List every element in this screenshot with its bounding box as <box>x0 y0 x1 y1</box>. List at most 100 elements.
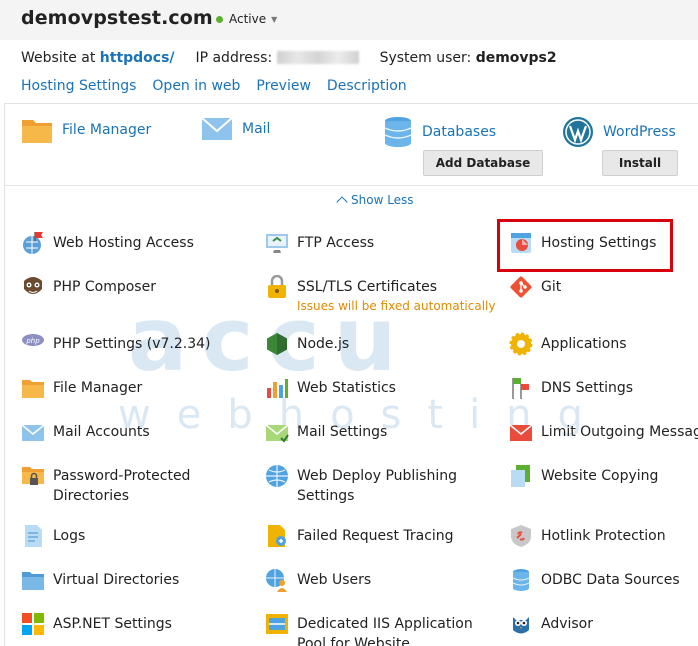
tool-password-protected-directories[interactable]: Password-Protected Directories <box>21 466 190 506</box>
tool-dedicated-iis-pool[interactable]: Dedicated IIS Application Pool for Websi… <box>265 614 473 646</box>
chevron-down-icon: ▼ <box>271 14 278 24</box>
tool-label: PHP Composer <box>53 279 156 295</box>
tool-hosting-settings[interactable]: Hosting Settings <box>509 233 656 255</box>
link-description[interactable]: Description <box>327 78 407 94</box>
tool-dns-settings[interactable]: DNS Settings <box>509 378 633 400</box>
tool-label: Web Statistics <box>297 380 396 396</box>
tool-label-line1: Web Deploy Publishing <box>297 468 457 484</box>
tool-website-copying[interactable]: Website Copying <box>509 465 658 488</box>
quick-file-manager-label: File Manager <box>62 122 152 138</box>
subscription-links: Hosting Settings Open in web Preview Descri… <box>21 78 423 94</box>
ssl-warning-note: Issues will be fixed automatically <box>297 299 496 313</box>
tool-label: FTP Access <box>297 235 375 251</box>
tool-web-users[interactable]: Web Users <box>265 569 372 592</box>
website-path-link[interactable]: httpdocs/ <box>100 50 175 66</box>
tool-git[interactable]: Git <box>509 276 562 299</box>
ftp-monitor-icon <box>266 234 288 253</box>
tool-label: Web Hosting Access <box>53 235 194 251</box>
show-less-toggle[interactable]: Show Less <box>336 193 414 208</box>
status-dot-icon <box>216 15 223 23</box>
tool-ssl-tls-certificates[interactable]: SSL/TLS Certificates Issues will be fixe… <box>265 275 495 315</box>
tool-advisor[interactable]: Advisor <box>509 614 593 636</box>
tool-label: Password-Protected Directories <box>53 466 190 506</box>
gear-icon <box>509 332 533 356</box>
subscription-info: Website at httpdocs/ IP address: System … <box>21 50 557 66</box>
tool-label: Mail Accounts <box>53 424 150 440</box>
tool-web-hosting-access[interactable]: Web Hosting Access <box>21 232 194 255</box>
bar-chart-icon <box>267 379 288 398</box>
tool-label: Virtual Directories <box>53 572 180 588</box>
tool-php-composer[interactable]: PHP Composer <box>21 277 156 299</box>
tool-file-manager[interactable]: File Manager <box>21 378 142 400</box>
tool-label-line2: Directories <box>53 488 130 504</box>
tool-aspnet-settings[interactable]: ASP.NET Settings <box>21 613 172 636</box>
locked-folder-icon <box>22 467 44 485</box>
tool-web-statistics[interactable]: Web Statistics <box>265 378 396 400</box>
tool-limit-outgoing-messages[interactable]: Limit Outgoing Message <box>509 422 698 444</box>
folder-icon <box>22 120 52 143</box>
tool-php-settings[interactable]: php PHP Settings (v7.2.34) <box>21 334 210 356</box>
tool-applications[interactable]: Applications <box>509 332 627 356</box>
quick-databases[interactable]: Databases <box>383 116 496 148</box>
show-less-label: Show Less <box>351 193 414 207</box>
git-icon <box>510 276 532 298</box>
tool-label: Web Users <box>297 572 372 588</box>
nodejs-hexagon-icon <box>267 333 287 355</box>
wordpress-icon <box>563 117 593 147</box>
link-open-in-web[interactable]: Open in web <box>152 78 240 94</box>
quick-wordpress[interactable]: WordPress <box>562 116 676 148</box>
svg-text:php: php <box>25 337 40 345</box>
hosting-settings-icon <box>511 233 531 253</box>
quick-databases-label: Databases <box>422 124 497 140</box>
tool-odbc-data-sources[interactable]: ODBC Data Sources <box>509 569 680 592</box>
link-preview[interactable]: Preview <box>256 78 311 94</box>
tool-label: SSL/TLS Certificates Issues will be fixe… <box>297 277 495 315</box>
tool-logs[interactable]: Logs <box>21 525 86 548</box>
tool-web-deploy-publishing[interactable]: Web Deploy Publishing Settings <box>265 465 457 506</box>
domain-title: demovpstest.com <box>21 7 213 29</box>
tool-label: Dedicated IIS Application Pool for Websi… <box>297 614 473 646</box>
mail-settings-icon <box>265 424 289 443</box>
tool-label-line1: Password-Protected <box>53 468 191 484</box>
red-envelope-icon <box>509 424 533 441</box>
log-file-icon <box>25 525 42 547</box>
database-icon <box>384 117 412 147</box>
website-label: Website at <box>21 50 96 66</box>
tool-label: Git <box>541 279 562 295</box>
windows-logo-icon <box>22 613 44 635</box>
tool-label: Applications <box>541 336 627 352</box>
tool-ftp-access[interactable]: FTP Access <box>265 233 374 255</box>
globe-flag-icon <box>23 232 43 254</box>
tool-failed-request-tracing[interactable]: Failed Request Tracing <box>265 525 454 548</box>
tool-mail-accounts[interactable]: Mail Accounts <box>21 422 150 444</box>
add-database-button[interactable]: Add Database <box>423 150 543 176</box>
tool-label: Logs <box>53 528 86 544</box>
dns-flags-icon <box>512 378 529 399</box>
composer-icon <box>24 277 42 294</box>
tool-label: Web Deploy Publishing Settings <box>297 466 457 506</box>
owl-icon <box>513 617 529 634</box>
envelope-icon <box>201 117 233 140</box>
trace-document-icon <box>268 525 286 547</box>
quick-mail[interactable]: Mail <box>201 116 270 142</box>
subscription-header: demovpstest.com Active ▼ <box>0 0 698 40</box>
status-dropdown[interactable]: Active ▼ <box>216 12 277 26</box>
tool-virtual-directories[interactable]: Virtual Directories <box>21 570 179 592</box>
tool-label: DNS Settings <box>541 380 634 396</box>
tool-label-line2: Pool for Website <box>297 636 410 646</box>
tool-label: PHP Settings (v7.2.34) <box>53 336 211 352</box>
tool-label: Hosting Settings <box>541 235 657 251</box>
tool-label: Hotlink Protection <box>541 528 666 544</box>
system-user-label: System user: <box>379 50 472 66</box>
tool-label: Failed Request Tracing <box>297 528 454 544</box>
link-hosting-settings[interactable]: Hosting Settings <box>21 78 136 94</box>
database-icon <box>512 569 530 591</box>
install-wordpress-button[interactable]: Install <box>602 150 678 176</box>
tool-hotlink-protection[interactable]: Hotlink Protection <box>509 525 666 548</box>
tool-mail-settings[interactable]: Mail Settings <box>265 422 387 444</box>
tool-label-main: SSL/TLS Certificates <box>297 279 437 295</box>
quick-file-manager[interactable]: File Manager <box>21 116 151 144</box>
tool-nodejs[interactable]: Node.js <box>265 333 349 356</box>
system-user-value: demovps2 <box>475 50 557 66</box>
blue-folder-icon <box>22 572 44 590</box>
